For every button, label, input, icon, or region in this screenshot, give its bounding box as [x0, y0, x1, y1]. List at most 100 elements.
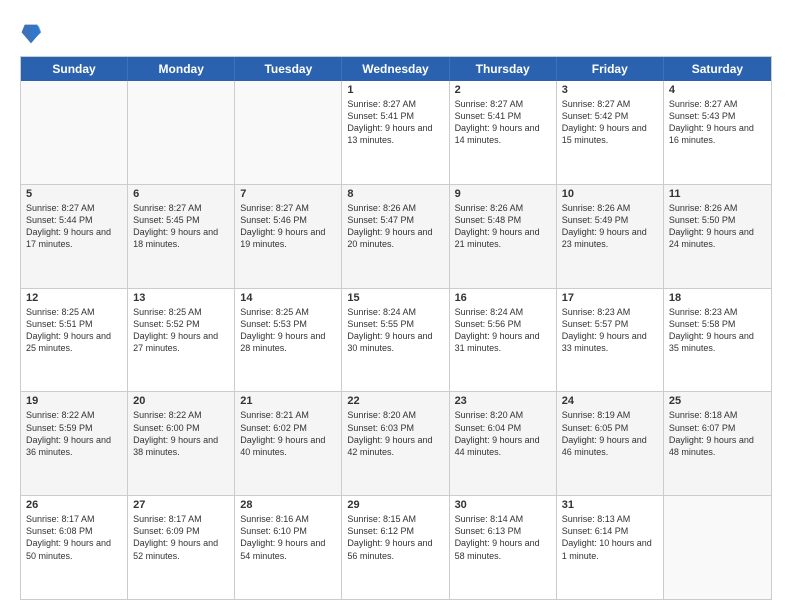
cell-info: Sunrise: 8:25 AM Sunset: 5:51 PM Dayligh…: [26, 306, 122, 355]
calendar-cell: 24 Sunrise: 8:19 AM Sunset: 6:05 PM Dayli…: [557, 392, 664, 495]
calendar-cell: 20 Sunrise: 8:22 AM Sunset: 6:00 PM Dayli…: [128, 392, 235, 495]
calendar-cell: 31 Sunrise: 8:13 AM Sunset: 6:14 PM Dayli…: [557, 496, 664, 599]
cell-date: 12: [26, 292, 122, 304]
cell-info: Sunrise: 8:27 AM Sunset: 5:46 PM Dayligh…: [240, 202, 336, 251]
week-row: 26 Sunrise: 8:17 AM Sunset: 6:08 PM Dayli…: [21, 495, 771, 599]
calendar-cell: 19 Sunrise: 8:22 AM Sunset: 5:59 PM Dayli…: [21, 392, 128, 495]
week-row: 19 Sunrise: 8:22 AM Sunset: 5:59 PM Dayli…: [21, 391, 771, 495]
calendar-cell: 2 Sunrise: 8:27 AM Sunset: 5:41 PM Daylig…: [450, 81, 557, 184]
cell-info: Sunrise: 8:14 AM Sunset: 6:13 PM Dayligh…: [455, 513, 551, 562]
calendar-cell: 1Sunrise: 8:27 AM Sunset: 5:41 PM Daylig…: [342, 81, 449, 184]
calendar-cell: 25 Sunrise: 8:18 AM Sunset: 6:07 PM Dayli…: [664, 392, 771, 495]
calendar-cell: 29 Sunrise: 8:15 AM Sunset: 6:12 PM Dayli…: [342, 496, 449, 599]
weeks: 1 Sunrise: 8:27 AM Sunset: 5:41 PM Daylig…: [21, 81, 771, 599]
cell-info: Sunrise: 8:27 AM Sunset: 5:44 PM Dayligh…: [26, 202, 122, 251]
cell-date: 17: [562, 292, 658, 304]
cell-date: 4: [669, 84, 766, 96]
cell-info: Sunrise: 8:20 AM Sunset: 6:04 PM Dayligh…: [455, 409, 551, 458]
cell-date: 6: [133, 188, 229, 200]
cell-info: Sunrise: 8:26 AM Sunset: 5:47 PM Dayligh…: [347, 202, 443, 251]
day-header-sunday: Sunday: [21, 57, 128, 81]
cell-date: 22: [347, 395, 443, 407]
calendar-cell: 23 Sunrise: 8:20 AM Sunset: 6:04 PM Dayli…: [450, 392, 557, 495]
cell-date: 29: [347, 499, 443, 511]
logo-icon: [20, 20, 42, 48]
cell-info: Sunrise: 8:15 AM Sunset: 6:12 PM Dayligh…: [347, 513, 443, 562]
cell-date: 25: [669, 395, 766, 407]
day-header-friday: Friday: [557, 57, 664, 81]
day-header-saturday: Saturday: [664, 57, 771, 81]
cell-info: Sunrise: 8:20 AM Sunset: 6:03 PM Dayligh…: [347, 409, 443, 458]
cell-date: 18: [669, 292, 766, 304]
cell-info: Sunrise: 8:25 AM Sunset: 5:53 PM Dayligh…: [240, 306, 336, 355]
calendar-cell: 3Sunrise: 8:27 AM Sunset: 5:42 PM Daylig…: [557, 81, 664, 184]
cell-info: Sunrise: 8:22 AM Sunset: 5:59 PM Dayligh…: [26, 409, 122, 458]
cell-info: Sunrise: 8:18 AM Sunset: 6:07 PM Dayligh…: [669, 409, 766, 458]
week-row: 12 Sunrise: 8:25 AM Sunset: 5:51 PM Dayli…: [21, 288, 771, 392]
cell-date: 23: [455, 395, 551, 407]
cell-date: 31: [562, 499, 658, 511]
cell-date: 15: [347, 292, 443, 304]
day-header-monday: Monday: [128, 57, 235, 81]
cell-date: 27: [133, 499, 229, 511]
page: SundayMondayTuesdayWednesdayThursdayFrid…: [0, 0, 792, 612]
calendar-cell: 26 Sunrise: 8:17 AM Sunset: 6:08 PM Dayli…: [21, 496, 128, 599]
cell-date: 10: [562, 188, 658, 200]
calendar-cell: [664, 496, 771, 599]
cell-date: 16: [455, 292, 551, 304]
cell-date: 21: [240, 395, 336, 407]
calendar-cell: 8 Sunrise: 8:26 AM Sunset: 5:47 PM Daylig…: [342, 185, 449, 288]
week-row: 5 Sunrise: 8:27 AM Sunset: 5:44 PM Daylig…: [21, 184, 771, 288]
cell-info: Sunrise: 8:23 AM Sunset: 5:57 PM Dayligh…: [562, 306, 658, 355]
cell-date: 28: [240, 499, 336, 511]
day-headers: SundayMondayTuesdayWednesdayThursdayFrid…: [21, 57, 771, 81]
cell-info: Sunrise: 8:24 AM Sunset: 5:56 PM Dayligh…: [455, 306, 551, 355]
cell-date: 11: [669, 188, 766, 200]
week-row: 1 Sunrise: 8:27 AM Sunset: 5:41 PM Daylig…: [21, 81, 771, 184]
cell-info: Sunrise: 8:13 AM Sunset: 6:14 PM Dayligh…: [562, 513, 658, 562]
calendar-cell: 13Sunrise: 8:25 AM Sunset: 5:52 PM Dayli…: [128, 289, 235, 392]
cell-info: Sunrise: 8:26 AM Sunset: 5:48 PM Dayligh…: [455, 202, 551, 251]
cell-info: Sunrise: 8:26 AM Sunset: 5:49 PM Dayligh…: [562, 202, 658, 251]
cell-date: 26: [26, 499, 122, 511]
calendar-cell: 28 Sunrise: 8:16 AM Sunset: 6:10 PM Dayli…: [235, 496, 342, 599]
day-header-tuesday: Tuesday: [235, 57, 342, 81]
cell-info: Sunrise: 8:27 AM Sunset: 5:42 PM Dayligh…: [562, 98, 658, 147]
cell-info: Sunrise: 8:22 AM Sunset: 6:00 PM Dayligh…: [133, 409, 229, 458]
calendar-cell: 22 Sunrise: 8:20 AM Sunset: 6:03 PM Dayli…: [342, 392, 449, 495]
cell-info: Sunrise: 8:19 AM Sunset: 6:05 PM Dayligh…: [562, 409, 658, 458]
cell-date: 5: [26, 188, 122, 200]
calendar-cell: 10 Sunrise: 8:26 AM Sunset: 5:49 PM Dayli…: [557, 185, 664, 288]
calendar-cell: [235, 81, 342, 184]
logo: [20, 20, 46, 48]
calendar-cell: 27Sunrise: 8:17 AM Sunset: 6:09 PM Dayli…: [128, 496, 235, 599]
cell-info: Sunrise: 8:27 AM Sunset: 5:45 PM Dayligh…: [133, 202, 229, 251]
day-header-wednesday: Wednesday: [342, 57, 449, 81]
cell-date: 20: [133, 395, 229, 407]
cell-date: 1: [347, 84, 443, 96]
cell-date: 7: [240, 188, 336, 200]
cell-date: 2: [455, 84, 551, 96]
calendar-cell: 7 Sunrise: 8:27 AM Sunset: 5:46 PM Daylig…: [235, 185, 342, 288]
calendar-cell: 4 Sunrise: 8:27 AM Sunset: 5:43 PM Daylig…: [664, 81, 771, 184]
cell-date: 8: [347, 188, 443, 200]
calendar-cell: 15Sunrise: 8:24 AM Sunset: 5:55 PM Dayli…: [342, 289, 449, 392]
calendar-cell: 16 Sunrise: 8:24 AM Sunset: 5:56 PM Dayli…: [450, 289, 557, 392]
cell-info: Sunrise: 8:17 AM Sunset: 6:08 PM Dayligh…: [26, 513, 122, 562]
calendar-cell: 9Sunrise: 8:26 AM Sunset: 5:48 PM Daylig…: [450, 185, 557, 288]
calendar-cell: [128, 81, 235, 184]
cell-info: Sunrise: 8:16 AM Sunset: 6:10 PM Dayligh…: [240, 513, 336, 562]
calendar-cell: 17 Sunrise: 8:23 AM Sunset: 5:57 PM Dayli…: [557, 289, 664, 392]
cell-info: Sunrise: 8:27 AM Sunset: 5:41 PM Dayligh…: [455, 98, 551, 147]
calendar-cell: 30Sunrise: 8:14 AM Sunset: 6:13 PM Dayli…: [450, 496, 557, 599]
header: [20, 16, 772, 48]
calendar-cell: [21, 81, 128, 184]
cell-date: 24: [562, 395, 658, 407]
calendar-cell: 5 Sunrise: 8:27 AM Sunset: 5:44 PM Daylig…: [21, 185, 128, 288]
cell-info: Sunrise: 8:21 AM Sunset: 6:02 PM Dayligh…: [240, 409, 336, 458]
cell-info: Sunrise: 8:25 AM Sunset: 5:52 PM Dayligh…: [133, 306, 229, 355]
calendar-cell: 14 Sunrise: 8:25 AM Sunset: 5:53 PM Dayli…: [235, 289, 342, 392]
cell-date: 14: [240, 292, 336, 304]
cell-info: Sunrise: 8:27 AM Sunset: 5:43 PM Dayligh…: [669, 98, 766, 147]
cell-date: 19: [26, 395, 122, 407]
